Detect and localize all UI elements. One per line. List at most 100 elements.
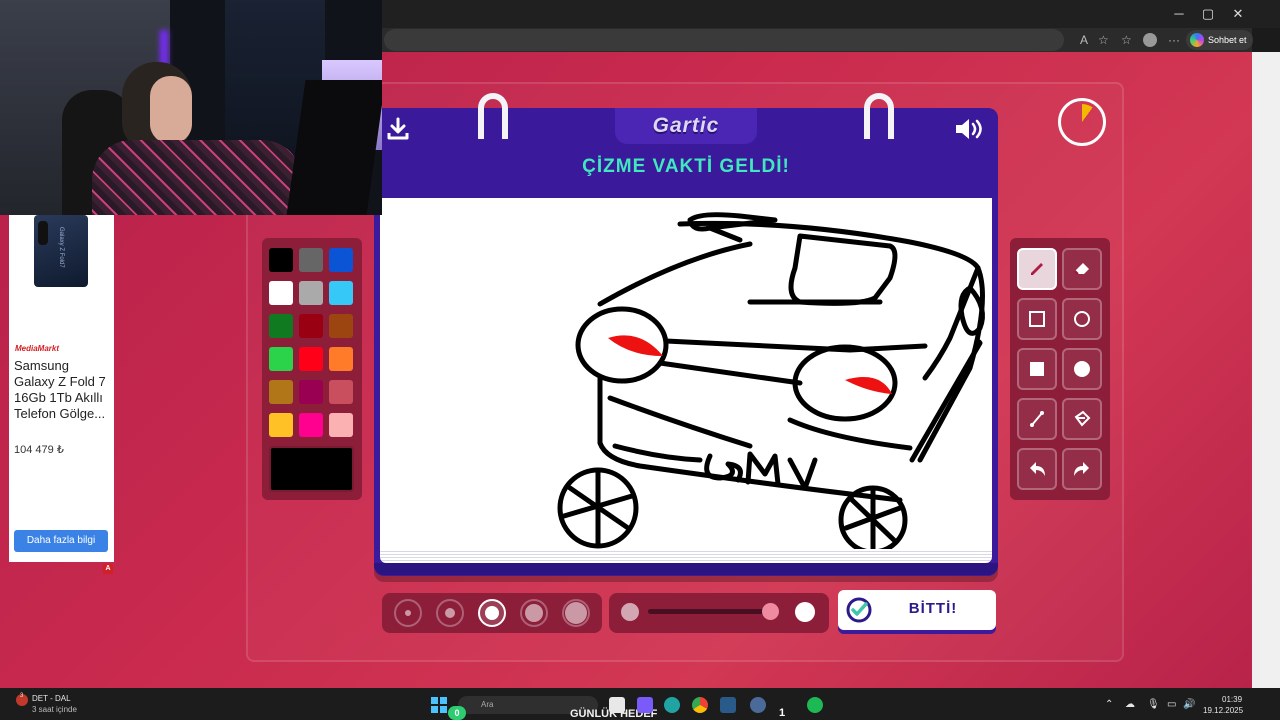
minimize-icon[interactable]: ─ [1166, 6, 1192, 21]
chrome-icon[interactable] [692, 697, 708, 713]
color-swatch[interactable] [269, 248, 293, 272]
redo-tool[interactable] [1062, 448, 1102, 490]
download-icon[interactable] [386, 117, 410, 141]
weather-badge: 3 [20, 693, 24, 699]
copilot-chat-button[interactable]: Sohbet et [1186, 30, 1253, 50]
circle-outline-icon [1074, 311, 1090, 327]
favorite-star-icon[interactable]: ☆ [1098, 33, 1109, 47]
redo-icon [1074, 462, 1089, 476]
eraser-tool[interactable] [1062, 248, 1102, 290]
square-filled-icon [1030, 362, 1044, 376]
read-aloud-icon[interactable]: A [1080, 33, 1088, 47]
color-swatch[interactable] [299, 248, 323, 272]
advertisement[interactable]: Galaxy Z Fold7 MediaMarkt Samsung Galaxy… [9, 215, 114, 562]
copilot-icon [1190, 33, 1204, 47]
circle-filled-icon [1074, 361, 1090, 377]
gartic-logo: Gartic [652, 114, 720, 137]
square-outline-icon [1029, 311, 1045, 327]
opacity-low-icon [621, 603, 639, 621]
selected-color-preview [269, 446, 354, 492]
color-swatch[interactable] [299, 281, 323, 305]
pencil-icon [1031, 263, 1043, 275]
color-swatch[interactable] [269, 380, 293, 404]
ad-price: 104 479 ₺ [14, 444, 64, 456]
windows-start-icon[interactable] [431, 697, 447, 713]
page-scrollbar[interactable] [1252, 52, 1280, 688]
color-swatch[interactable] [269, 413, 293, 437]
color-swatch[interactable] [329, 413, 353, 437]
goal-progress-badge: 0 [448, 706, 466, 720]
edge-browser-icon[interactable] [664, 697, 680, 713]
weather-title[interactable]: DET - DAL [32, 694, 71, 703]
address-bar[interactable] [384, 29, 1064, 51]
brush-size-dot [525, 604, 543, 622]
ad-choices-icon[interactable]: A [103, 564, 113, 574]
daily-goal-count: 1 [779, 707, 786, 719]
color-swatch[interactable] [299, 347, 323, 371]
color-swatch[interactable] [299, 380, 323, 404]
brush-size-2[interactable] [436, 599, 464, 627]
settings-icon[interactable] [750, 697, 766, 713]
brush-size-5[interactable] [562, 599, 590, 627]
ad-more-info-button[interactable]: Daha fazla bilgi [14, 530, 108, 552]
color-swatch[interactable] [329, 281, 353, 305]
color-swatch[interactable] [329, 248, 353, 272]
spotify-icon[interactable] [807, 697, 823, 713]
car-drawing [557, 212, 985, 555]
color-swatch[interactable] [329, 314, 353, 338]
color-swatch[interactable] [329, 347, 353, 371]
binder-ring-left [478, 93, 508, 139]
weather-subtitle: 3 saat içinde [32, 705, 77, 714]
more-menu-icon[interactable]: ··· [1168, 33, 1180, 47]
webcam-overlay [0, 0, 382, 215]
binder-ring-right [864, 93, 894, 139]
clock-time[interactable]: 01:39 [1222, 695, 1242, 704]
rectangle-outline-tool[interactable] [1017, 298, 1057, 340]
network-icon[interactable]: ☁ [1125, 699, 1135, 710]
undo-tool[interactable] [1017, 448, 1057, 490]
brush-size-dot [485, 606, 499, 620]
maximize-icon[interactable]: ▢ [1195, 6, 1221, 22]
line-icon [1030, 411, 1044, 427]
ellipse-fill-tool[interactable] [1062, 348, 1102, 390]
color-swatch[interactable] [299, 314, 323, 338]
color-swatch[interactable] [329, 380, 353, 404]
card-bottom-edge [374, 563, 998, 575]
color-swatch[interactable] [269, 281, 293, 305]
pencil-tool[interactable] [1017, 248, 1057, 290]
ad-product-image[interactable]: Galaxy Z Fold7 [34, 215, 88, 287]
rectangle-fill-tool[interactable] [1017, 348, 1057, 390]
opacity-slider-track[interactable] [648, 609, 776, 614]
eraser-icon [1074, 263, 1089, 275]
wifi-icon[interactable]: ▭ [1167, 699, 1176, 710]
profile-avatar-icon[interactable] [1143, 33, 1157, 47]
volume-icon[interactable]: 🔊 [1183, 699, 1195, 710]
line-tool[interactable] [1017, 398, 1057, 440]
favorites-icon[interactable]: ☆ [1121, 33, 1132, 47]
color-swatch[interactable] [269, 314, 293, 338]
app-icon[interactable] [637, 697, 653, 713]
undo-icon [1030, 462, 1045, 476]
sound-icon[interactable] [954, 117, 986, 141]
tray-chevron-icon[interactable]: ⌃ [1105, 699, 1113, 710]
color-swatch[interactable] [269, 347, 293, 371]
microphone-icon[interactable]: 🎙 [1147, 699, 1160, 710]
color-swatch[interactable] [299, 413, 323, 437]
ad-title[interactable]: Samsung Galaxy Z Fold 7 16Gb 1Tb Akıllı … [14, 358, 110, 422]
brush-size-dot [405, 610, 411, 616]
brush-size-4[interactable] [520, 599, 548, 627]
done-button-label: BİTTİ! [908, 600, 958, 617]
clock-date[interactable]: 19.12.2025 [1203, 706, 1243, 715]
close-icon[interactable]: ✕ [1225, 6, 1251, 22]
steam-icon[interactable] [720, 697, 736, 713]
ellipse-outline-tool[interactable] [1062, 298, 1102, 340]
brush-size-1[interactable] [394, 599, 422, 627]
fill-bucket-tool[interactable] [1062, 398, 1102, 440]
opacity-slider-thumb[interactable] [761, 603, 779, 620]
check-badge-icon [846, 597, 872, 623]
brush-size-dot [565, 602, 587, 624]
brush-size-3[interactable] [478, 599, 506, 627]
drawing-canvas[interactable] [380, 198, 992, 555]
task-view-icon[interactable] [609, 697, 625, 713]
taskbar-search-placeholder: Ara [481, 700, 494, 709]
